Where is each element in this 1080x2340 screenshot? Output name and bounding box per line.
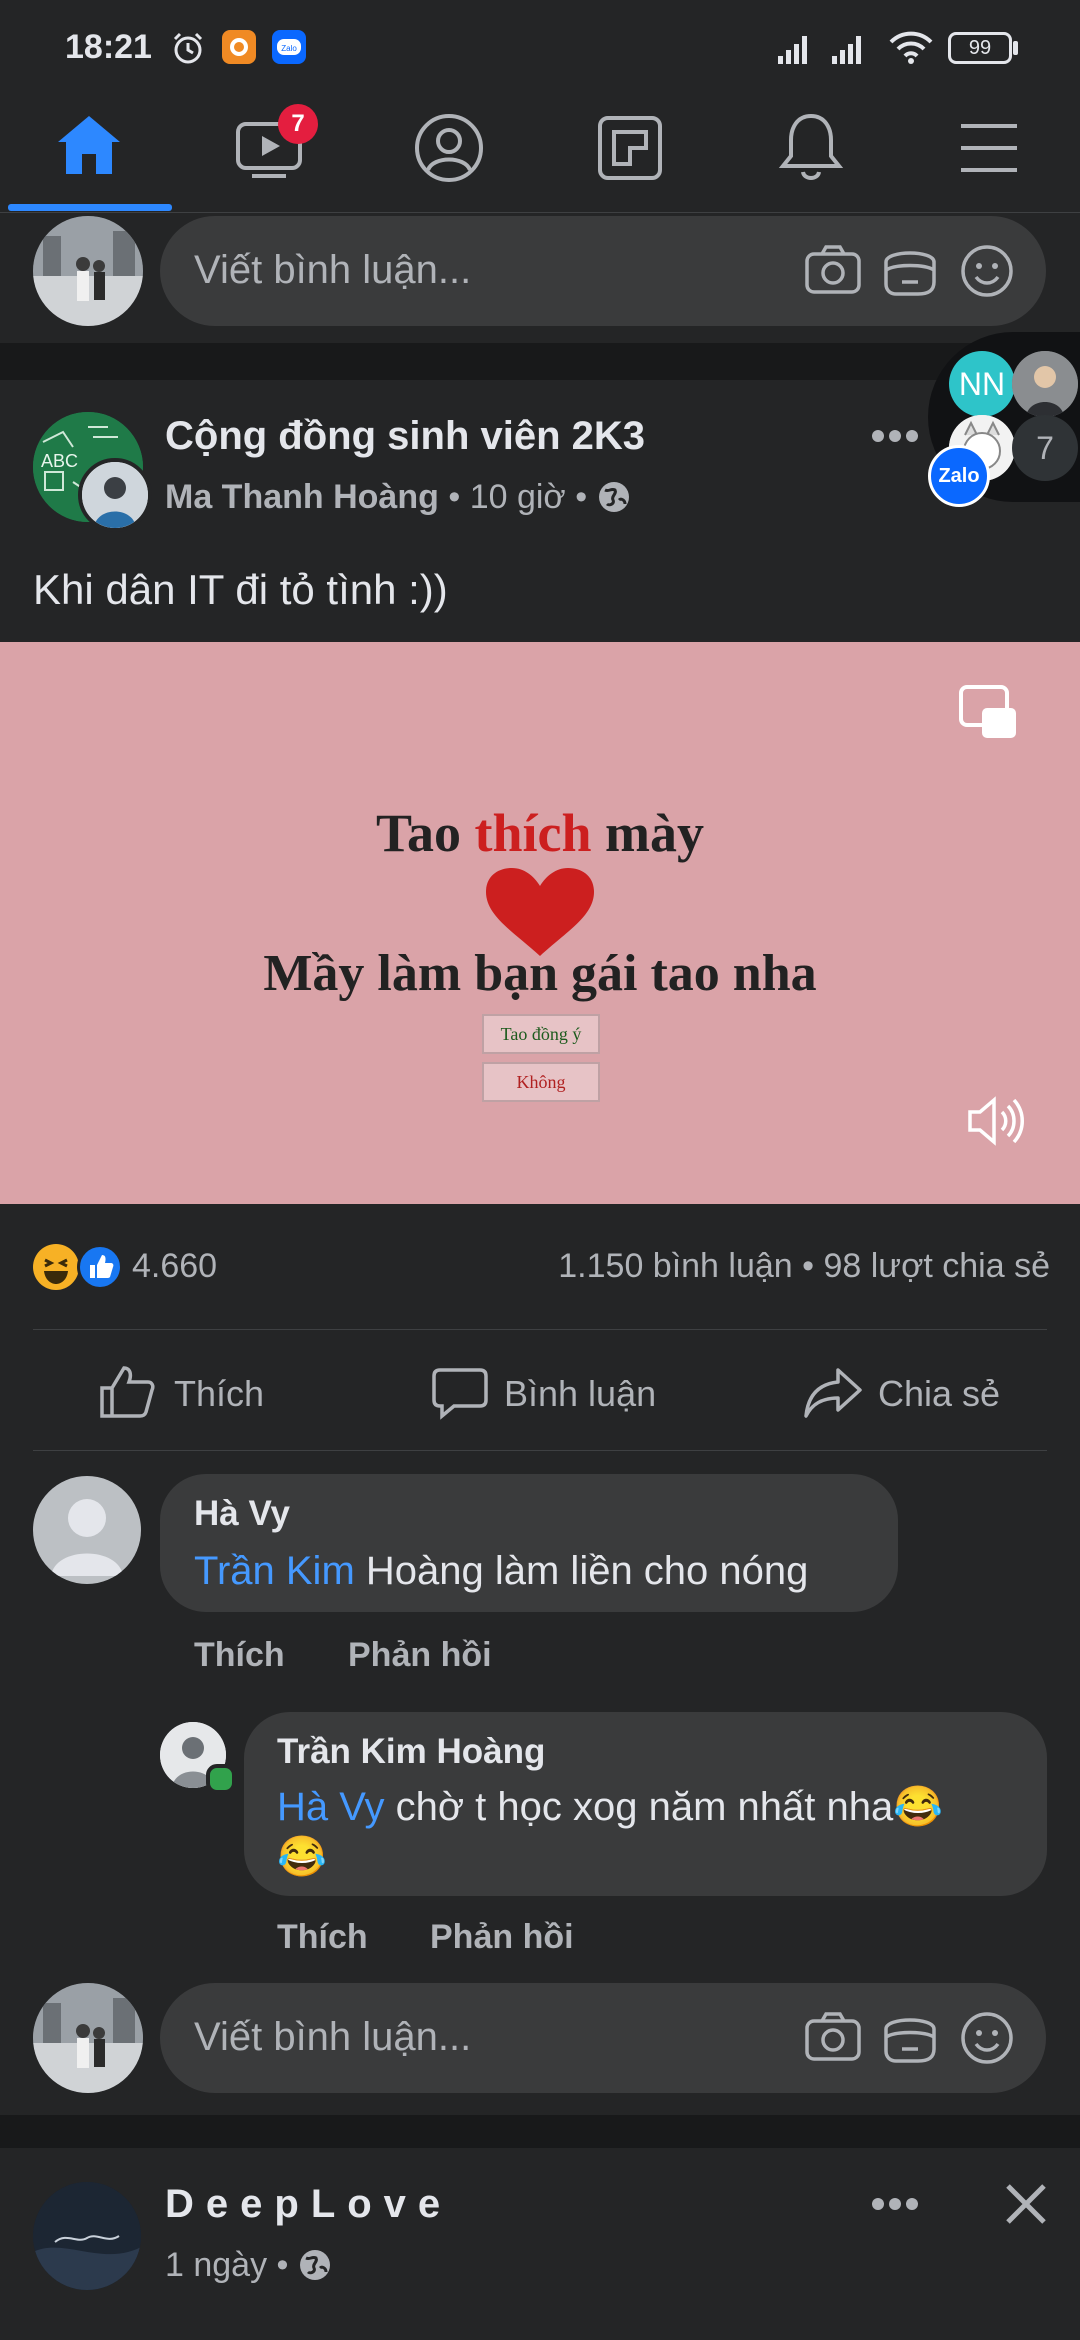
post-text: Khi dân IT đi tỏ tình :)): [33, 566, 448, 613]
next-post-card: [0, 2148, 1080, 2340]
sticker-icon[interactable]: [882, 2011, 938, 2065]
globe-icon: [597, 480, 631, 514]
comment-author[interactable]: Hà Vy: [194, 1494, 290, 1534]
post-time[interactable]: 10 giờ: [470, 478, 566, 516]
battery-icon: 99: [948, 32, 1012, 64]
status-time: 18:21: [65, 28, 152, 66]
share-button[interactable]: Chia sẻ: [878, 1373, 1000, 1415]
reply-reply-button[interactable]: Phản hồi: [430, 1918, 574, 1957]
video-notification-badge: 7: [278, 104, 318, 144]
svg-text:ABC: ABC: [41, 451, 78, 471]
sticker-icon[interactable]: [882, 244, 938, 298]
mention-link[interactable]: Trần Kim: [194, 1549, 355, 1593]
comment-button[interactable]: Bình luận: [504, 1373, 656, 1415]
wifi-icon: [888, 30, 934, 66]
chat-head-photo[interactable]: [1012, 351, 1078, 417]
like-reaction-icon[interactable]: [77, 1244, 123, 1290]
comments-shares-count[interactable]: 1.150 bình luận • 98 lượt chia sẻ: [558, 1247, 1050, 1286]
like-icon[interactable]: [98, 1364, 156, 1420]
next-post-meta: 1 ngày •: [165, 2246, 332, 2285]
comment-text: Trần Kim Hoàng làm liền cho nóng: [194, 1546, 808, 1596]
share-icon[interactable]: [804, 1366, 862, 1420]
divider: [33, 1329, 1047, 1330]
app-notification-icon: [222, 30, 256, 64]
comment-like-button[interactable]: Thích: [194, 1636, 285, 1675]
my-avatar: [33, 1983, 143, 2093]
more-options-icon[interactable]: [870, 2194, 920, 2214]
meta-separator: •: [575, 478, 588, 516]
group-name[interactable]: Cộng đồng sinh viên 2K3: [165, 414, 645, 459]
volume-icon[interactable]: [966, 1092, 1024, 1150]
meta-separator: •: [276, 2246, 289, 2284]
video-caption-part: Tao: [375, 803, 475, 863]
active-tab-indicator: [8, 204, 172, 211]
feed-icon[interactable]: [596, 114, 664, 182]
page-avatar[interactable]: [33, 2182, 141, 2290]
comment-placeholder: Viết bình luận...: [194, 248, 472, 292]
meta-separator: •: [448, 478, 461, 516]
alarm-icon: [170, 30, 206, 66]
comment-placeholder: Viết bình luận...: [194, 2015, 472, 2059]
divider: [33, 1450, 1047, 1451]
video-caption-line1: Tao thích mày: [0, 802, 1080, 864]
camera-icon[interactable]: [804, 244, 862, 296]
chat-head-nn[interactable]: NN: [949, 351, 1015, 417]
chat-head-count[interactable]: 7: [1012, 415, 1078, 481]
emoji-icon[interactable]: [960, 244, 1014, 298]
reply-body: chờ t học xog năm nhất nha😂: [384, 1785, 944, 1829]
reply-author[interactable]: Trần Kim Hoàng: [277, 1732, 545, 1772]
zalo-chat-head[interactable]: Zalo: [928, 445, 990, 507]
mention-link[interactable]: Hà Vy: [277, 1785, 384, 1829]
my-avatar: [33, 216, 143, 326]
author-name[interactable]: Ma Thanh Hoàng: [165, 478, 439, 516]
reactions-count[interactable]: 4.660: [132, 1247, 217, 1286]
top-navigation: [0, 90, 1080, 213]
comment-icon[interactable]: [432, 1366, 488, 1420]
reply-body-emoji: 😂: [277, 1835, 327, 1879]
hamburger-icon[interactable]: [958, 120, 1020, 176]
zalo-notification-icon: Zalo: [272, 30, 306, 64]
signal-icon: [778, 32, 878, 66]
post-meta: Ma Thanh Hoàng • 10 giờ •: [165, 478, 631, 517]
svg-text:Zalo: Zalo: [281, 44, 297, 53]
author-avatar[interactable]: [78, 458, 152, 532]
globe-icon: [298, 2248, 332, 2282]
video-accept-button: Tao đồng ý: [482, 1014, 600, 1054]
more-options-icon[interactable]: [870, 426, 920, 446]
comment-body: Hoàng làm liền cho nóng: [354, 1549, 809, 1593]
profile-icon[interactable]: [413, 112, 485, 184]
video-decline-button: Không: [482, 1062, 600, 1102]
video-caption-part: mày: [591, 803, 705, 863]
picture-in-picture-icon[interactable]: [958, 684, 1018, 740]
post-time[interactable]: 1 ngày: [165, 2246, 267, 2284]
online-status-icon: [206, 1764, 236, 1794]
emoji-icon[interactable]: [960, 2011, 1014, 2065]
comment-reply-button[interactable]: Phản hồi: [348, 1636, 492, 1675]
battery-tip: [1013, 41, 1018, 55]
haha-reaction-icon[interactable]: [33, 1244, 79, 1290]
video-caption-highlight: thích: [474, 803, 592, 863]
reply-text: Hà Vy chờ t học xog năm nhất nha😂 😂: [277, 1782, 1017, 1882]
close-icon[interactable]: [1004, 2182, 1048, 2226]
page-name[interactable]: DeepLove: [165, 2182, 452, 2227]
reply-like-button[interactable]: Thích: [277, 1918, 368, 1957]
default-avatar-icon[interactable]: [33, 1476, 141, 1584]
home-icon[interactable]: [54, 112, 124, 178]
like-button[interactable]: Thích: [174, 1373, 264, 1415]
video-caption-line2: Mầy làm bạn gái tao nha: [263, 945, 817, 1002]
camera-icon[interactable]: [804, 2011, 862, 2063]
battery-level: 99: [968, 37, 992, 59]
bell-icon[interactable]: [778, 110, 844, 184]
